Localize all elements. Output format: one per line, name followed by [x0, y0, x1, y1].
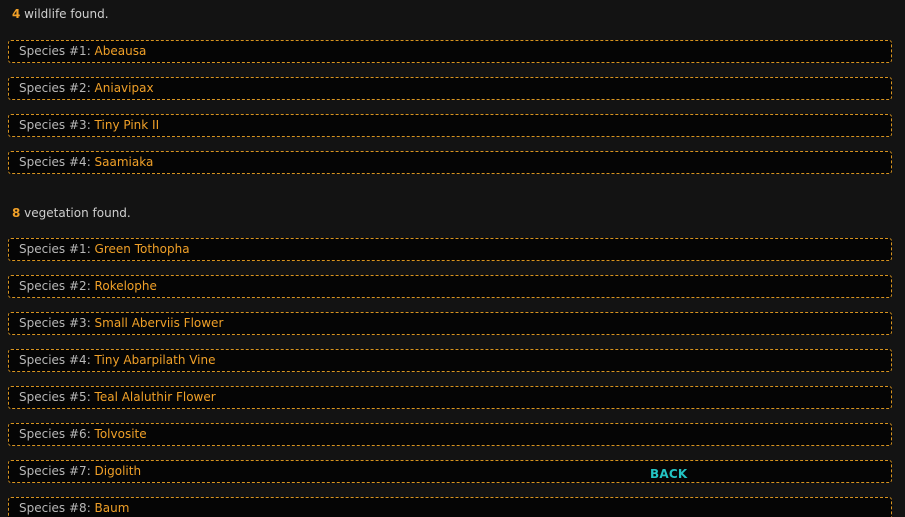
back-button[interactable]: BACK — [650, 467, 687, 481]
species-name: Abeausa — [94, 44, 147, 58]
species-prefix: Species #1: — [19, 44, 95, 58]
species-prefix: Species #7: — [19, 464, 95, 478]
species-name: Small Aberviis Flower — [94, 316, 224, 330]
species-name: Digolith — [94, 464, 142, 478]
species-prefix: Species #2: — [19, 279, 95, 293]
species-name: Teal Alaluthir Flower — [94, 390, 216, 404]
species-prefix: Species #6: — [19, 427, 95, 441]
vegetation-species-5[interactable]: Species #5: Teal Alaluthir Flower — [8, 386, 892, 409]
species-name: Aniavipax — [94, 81, 154, 95]
species-name: Tiny Pink II — [94, 118, 160, 132]
vegetation-species-7[interactable]: Species #7: Digolith — [8, 460, 892, 483]
wildlife-summary: 4 wildlife found. — [12, 7, 109, 21]
species-prefix: Species #3: — [19, 316, 95, 330]
species-prefix: Species #8: — [19, 501, 95, 515]
vegetation-species-8[interactable]: Species #8: Baum — [8, 497, 892, 517]
species-prefix: Species #5: — [19, 390, 95, 404]
species-name: Baum — [94, 501, 130, 515]
species-prefix: Species #3: — [19, 118, 95, 132]
vegetation-species-1[interactable]: Species #1: Green Tothopha — [8, 238, 892, 261]
species-name: Tiny Abarpilath Vine — [94, 353, 216, 367]
wildlife-species-3[interactable]: Species #3: Tiny Pink II — [8, 114, 892, 137]
wildlife-list: Species #1: Abeausa Species #2: Aniavipa… — [8, 40, 892, 188]
species-name: Tolvosite — [94, 427, 147, 441]
species-prefix: Species #2: — [19, 81, 95, 95]
vegetation-species-2[interactable]: Species #2: Rokelophe — [8, 275, 892, 298]
wildlife-species-1[interactable]: Species #1: Abeausa — [8, 40, 892, 63]
species-prefix: Species #4: — [19, 155, 95, 169]
wildlife-species-2[interactable]: Species #2: Aniavipax — [8, 77, 892, 100]
species-name: Saamiaka — [94, 155, 154, 169]
vegetation-species-4[interactable]: Species #4: Tiny Abarpilath Vine — [8, 349, 892, 372]
species-prefix: Species #4: — [19, 353, 95, 367]
species-screen: 4 wildlife found. Species #1: Abeausa Sp… — [0, 0, 905, 517]
vegetation-list: Species #1: Green Tothopha Species #2: R… — [8, 238, 892, 517]
vegetation-summary-text: vegetation found. — [20, 206, 131, 220]
species-prefix: Species #1: — [19, 242, 95, 256]
species-name: Rokelophe — [94, 279, 157, 293]
wildlife-species-4[interactable]: Species #4: Saamiaka — [8, 151, 892, 174]
vegetation-species-3[interactable]: Species #3: Small Aberviis Flower — [8, 312, 892, 335]
species-name: Green Tothopha — [94, 242, 190, 256]
vegetation-species-6[interactable]: Species #6: Tolvosite — [8, 423, 892, 446]
vegetation-summary: 8 vegetation found. — [12, 206, 131, 220]
wildlife-summary-text: wildlife found. — [20, 7, 109, 21]
